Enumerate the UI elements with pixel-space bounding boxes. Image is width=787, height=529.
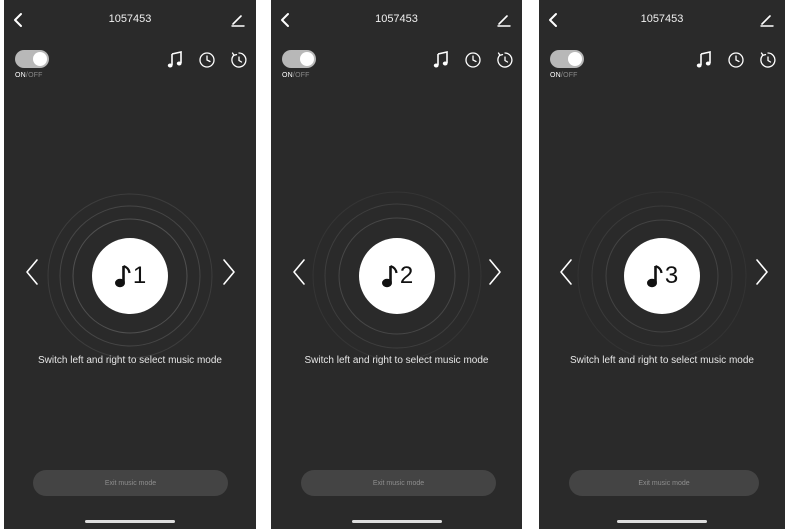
pencil-icon [231, 15, 245, 27]
power-label: ON/OFF [282, 72, 316, 79]
exit-music-mode-button[interactable]: Exit music mode [569, 470, 759, 496]
device-title: 1057453 [640, 13, 684, 25]
power-toggle[interactable] [15, 50, 49, 68]
timer-icon[interactable] [495, 50, 515, 70]
mode-disc[interactable]: 2 [359, 238, 435, 314]
power-toggle-group: ON/OFF [282, 50, 316, 79]
top-bar: 1057453 [271, 0, 522, 40]
toggle-knob [300, 52, 314, 66]
music-mode-dial: 2 [311, 190, 483, 362]
on-label: ON [550, 72, 561, 79]
previous-mode-button[interactable] [25, 258, 39, 286]
next-mode-button[interactable] [222, 258, 236, 286]
home-indicator[interactable] [85, 520, 175, 523]
music-note-icon [114, 264, 131, 288]
chevron-left-icon [26, 259, 38, 285]
phone-screen-mode-1: 1057453 ON/OFF 1 Switch left and right t… [4, 0, 256, 529]
music-note-icon[interactable] [694, 50, 714, 70]
chevron-left-icon [293, 259, 305, 285]
music-mode-dial: 3 [576, 190, 748, 362]
top-bar: 1057453 [4, 0, 256, 40]
mode-disc[interactable]: 1 [92, 238, 168, 314]
on-label: ON [15, 72, 26, 79]
clock-icon[interactable] [726, 50, 746, 70]
edit-button[interactable] [496, 12, 512, 28]
home-indicator[interactable] [352, 520, 442, 523]
edit-button[interactable] [759, 12, 775, 28]
mode-icons [431, 49, 515, 71]
next-mode-button[interactable] [755, 258, 769, 286]
music-note-icon [646, 264, 663, 288]
mode-number: 2 [399, 262, 414, 289]
music-note-icon[interactable] [431, 50, 451, 70]
off-label: OFF [28, 72, 43, 79]
top-bar: 1057453 [539, 0, 785, 40]
chevron-right-icon [223, 259, 235, 285]
off-label: OFF [563, 72, 578, 79]
music-note-icon [381, 264, 398, 288]
device-title: 1057453 [375, 13, 418, 25]
off-label: OFF [295, 72, 310, 79]
power-label: ON/OFF [550, 72, 584, 79]
toggle-knob [568, 52, 582, 66]
edit-button[interactable] [230, 12, 246, 28]
mode-icons [165, 49, 249, 71]
previous-mode-button[interactable] [559, 258, 573, 286]
timer-icon[interactable] [758, 50, 778, 70]
chevron-right-icon [489, 259, 501, 285]
device-title: 1057453 [108, 13, 152, 25]
mode-icons [694, 49, 778, 71]
clock-icon[interactable] [463, 50, 483, 70]
mode-disc[interactable]: 3 [624, 238, 700, 314]
music-note-icon[interactable] [165, 50, 185, 70]
chevron-right-icon [756, 259, 768, 285]
instruction-text: Switch left and right to select music mo… [304, 355, 489, 366]
power-toggle[interactable] [282, 50, 316, 68]
instruction-text: Switch left and right to select music mo… [38, 355, 222, 366]
mode-number: 1 [132, 262, 147, 289]
pencil-icon [760, 15, 774, 27]
phone-screen-mode-2: 1057453 ON/OFF 2 Switch left and right t… [271, 0, 522, 529]
on-label: ON [282, 72, 293, 79]
exit-music-mode-button[interactable]: Exit music mode [301, 470, 496, 496]
power-toggle-group: ON/OFF [15, 50, 49, 79]
mode-number: 3 [664, 262, 679, 289]
power-toggle[interactable] [550, 50, 584, 68]
power-label: ON/OFF [15, 72, 49, 79]
previous-mode-button[interactable] [292, 258, 306, 286]
music-mode-dial: 1 [44, 190, 216, 362]
home-indicator[interactable] [617, 520, 707, 523]
exit-music-mode-button[interactable]: Exit music mode [33, 470, 228, 496]
timer-icon[interactable] [229, 50, 249, 70]
power-toggle-group: ON/OFF [550, 50, 584, 79]
clock-icon[interactable] [197, 50, 217, 70]
pencil-icon [497, 15, 511, 27]
next-mode-button[interactable] [488, 258, 502, 286]
phone-screen-mode-3: 1057453 ON/OFF 3 Switch left and right t… [539, 0, 785, 529]
instruction-text: Switch left and right to select music mo… [570, 355, 754, 366]
toggle-knob [33, 52, 47, 66]
chevron-left-icon [560, 259, 572, 285]
